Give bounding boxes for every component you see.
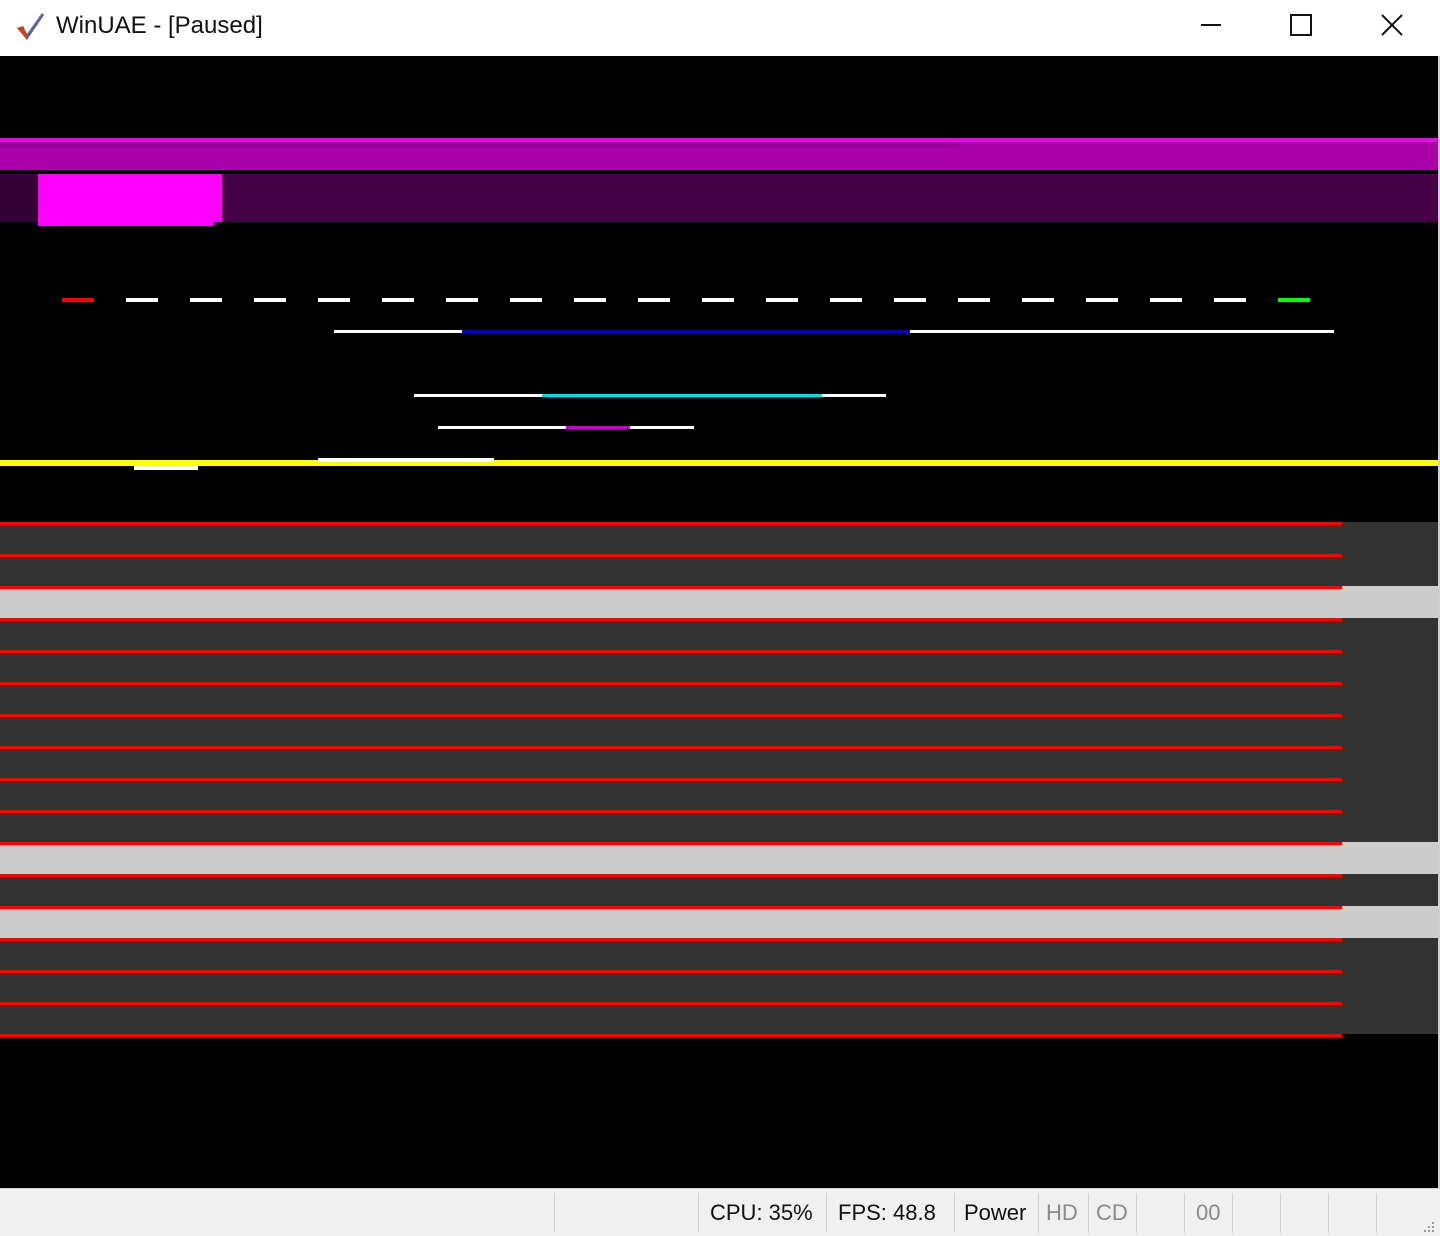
- dash: [766, 298, 798, 302]
- red-line: [0, 906, 1342, 909]
- close-button[interactable]: [1347, 0, 1437, 50]
- status-separator: [1328, 1193, 1329, 1233]
- dash: [1086, 298, 1118, 302]
- dark-purple-left: [0, 174, 38, 222]
- dash: [190, 298, 222, 302]
- window-title: WinUAE - [Paused]: [56, 12, 263, 39]
- emulator-display[interactable]: [0, 56, 1438, 1188]
- status-separator: [1136, 1193, 1137, 1233]
- red-line: [0, 1034, 1342, 1037]
- red-line: [0, 778, 1342, 781]
- status-separator: [1376, 1193, 1377, 1233]
- magenta-segment: [566, 426, 630, 429]
- status-separator: [1088, 1193, 1089, 1233]
- dash: [1150, 298, 1182, 302]
- purple-shade: [0, 142, 958, 148]
- status-separator: [1280, 1193, 1281, 1233]
- magenta-block: [38, 174, 222, 222]
- status-separator: [1038, 1193, 1039, 1233]
- maximize-icon: [1290, 14, 1312, 36]
- white-mark: [134, 466, 198, 470]
- red-line: [0, 682, 1342, 685]
- dash: [638, 298, 670, 302]
- dash: [510, 298, 542, 302]
- maximize-button[interactable]: [1256, 0, 1346, 50]
- dash: [830, 298, 862, 302]
- band-light: [0, 906, 1438, 938]
- red-line: [0, 746, 1342, 749]
- red-line: [0, 618, 1342, 621]
- status-bar: CPU: 35% FPS: 48.8 Power HD CD 00: [0, 1188, 1440, 1236]
- winuae-checkmark-icon: [17, 13, 44, 40]
- dash: [894, 298, 926, 302]
- dash: [1022, 298, 1054, 302]
- dash-green: [1278, 298, 1310, 302]
- red-line: [0, 874, 1342, 877]
- red-line: [0, 938, 1342, 941]
- status-separator: [1232, 1193, 1233, 1233]
- band-light: [0, 586, 1438, 618]
- status-separator: [954, 1193, 955, 1233]
- fps-counter: FPS: 48.8: [838, 1200, 936, 1225]
- status-separator: [826, 1193, 827, 1233]
- red-line: [0, 586, 1342, 589]
- magenta-block-tail: [38, 222, 214, 226]
- dash: [1214, 298, 1246, 302]
- power-led[interactable]: Power: [964, 1199, 1026, 1227]
- red-line: [0, 522, 1342, 525]
- dash: [958, 298, 990, 302]
- resize-grip-icon[interactable]: [1420, 1218, 1436, 1234]
- red-line: [0, 810, 1342, 813]
- cyan-segment: [542, 394, 822, 397]
- cpu-usage: CPU: 35%: [710, 1200, 813, 1225]
- blue-segment: [462, 330, 910, 333]
- dash: [446, 298, 478, 302]
- dash: [318, 298, 350, 302]
- dash: [126, 298, 158, 302]
- red-line: [0, 1002, 1342, 1005]
- dash: [382, 298, 414, 302]
- minimize-button[interactable]: [1166, 0, 1256, 50]
- drive-df0-track[interactable]: 00: [1196, 1199, 1220, 1227]
- title-bar: WinUAE - [Paused]: [0, 0, 1440, 56]
- cd-led[interactable]: CD: [1096, 1199, 1128, 1227]
- status-separator: [1184, 1193, 1185, 1233]
- dash: [574, 298, 606, 302]
- minimize-icon: [1201, 24, 1221, 26]
- red-line: [0, 554, 1342, 557]
- yellow-line: [0, 460, 1438, 466]
- dash: [254, 298, 286, 302]
- red-line: [0, 650, 1342, 653]
- white-mark: [318, 458, 494, 462]
- band-light: [0, 842, 1438, 874]
- dash-red: [62, 298, 94, 302]
- dash: [702, 298, 734, 302]
- band-dark: [0, 874, 1438, 906]
- close-icon: [1381, 14, 1403, 36]
- hd-led[interactable]: HD: [1046, 1199, 1078, 1227]
- band-dark: [0, 938, 1438, 1034]
- status-separator: [698, 1193, 699, 1233]
- red-line: [0, 714, 1342, 717]
- red-line: [0, 970, 1342, 973]
- status-separator: [554, 1193, 555, 1233]
- red-line: [0, 842, 1342, 845]
